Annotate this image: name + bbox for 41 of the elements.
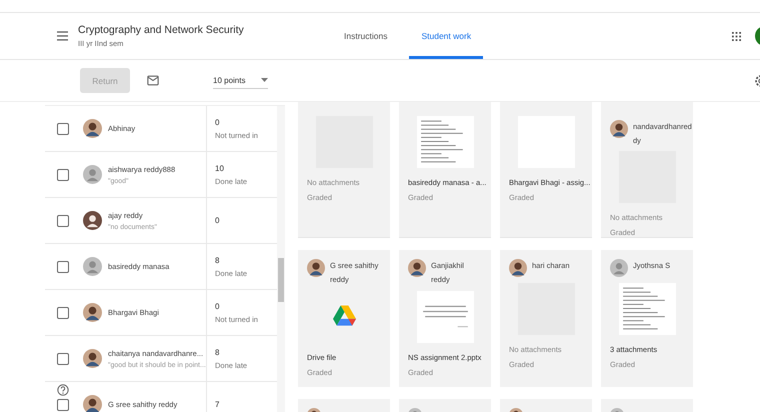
avatar-icon (509, 259, 527, 277)
avatar-icon (83, 349, 102, 368)
scrollbar[interactable] (277, 106, 285, 412)
slide-thumbnail (416, 291, 474, 343)
grade-value: 7 (215, 400, 220, 409)
avatar-icon (83, 257, 102, 276)
document-thumbnail (416, 116, 474, 168)
checkbox[interactable] (57, 352, 69, 364)
avatar-icon (307, 259, 325, 277)
apps-icon[interactable] (732, 32, 741, 40)
caret-icon (261, 78, 268, 82)
scrollbar-thumb[interactable] (278, 258, 284, 302)
avatar-icon (610, 259, 628, 277)
tab[interactable]: Instructions (332, 13, 400, 59)
checkbox[interactable] (57, 398, 69, 410)
grade-value: 10 (215, 164, 225, 172)
avatar-icon (83, 395, 102, 412)
grade-value: 0 (215, 302, 220, 310)
points-dropdown[interactable]: 10 points (213, 72, 268, 88)
drive-icon (332, 305, 356, 326)
document-thumbnail (618, 283, 676, 335)
checkbox[interactable] (57, 306, 69, 318)
checkbox[interactable] (57, 260, 69, 272)
checkbox[interactable] (57, 122, 69, 134)
course-title: Cryptography and Network Security (78, 24, 245, 36)
avatar-icon (408, 259, 426, 277)
grade-value: 8 (215, 256, 220, 264)
help-icon[interactable] (57, 384, 69, 396)
checkbox[interactable] (57, 168, 69, 180)
grade-value: 8 (215, 348, 220, 356)
avatar-icon (83, 165, 102, 184)
grade-value: 0 (215, 118, 220, 126)
mail-icon[interactable] (147, 75, 159, 86)
avatar-icon (610, 120, 628, 138)
grade-value: 0 (215, 216, 220, 225)
avatar-icon (83, 211, 102, 230)
checkbox[interactable] (57, 214, 69, 226)
avatar-icon (83, 119, 102, 138)
menu-icon[interactable] (57, 31, 68, 41)
avatar-icon (83, 303, 102, 322)
tab[interactable]: Student work (409, 13, 484, 59)
